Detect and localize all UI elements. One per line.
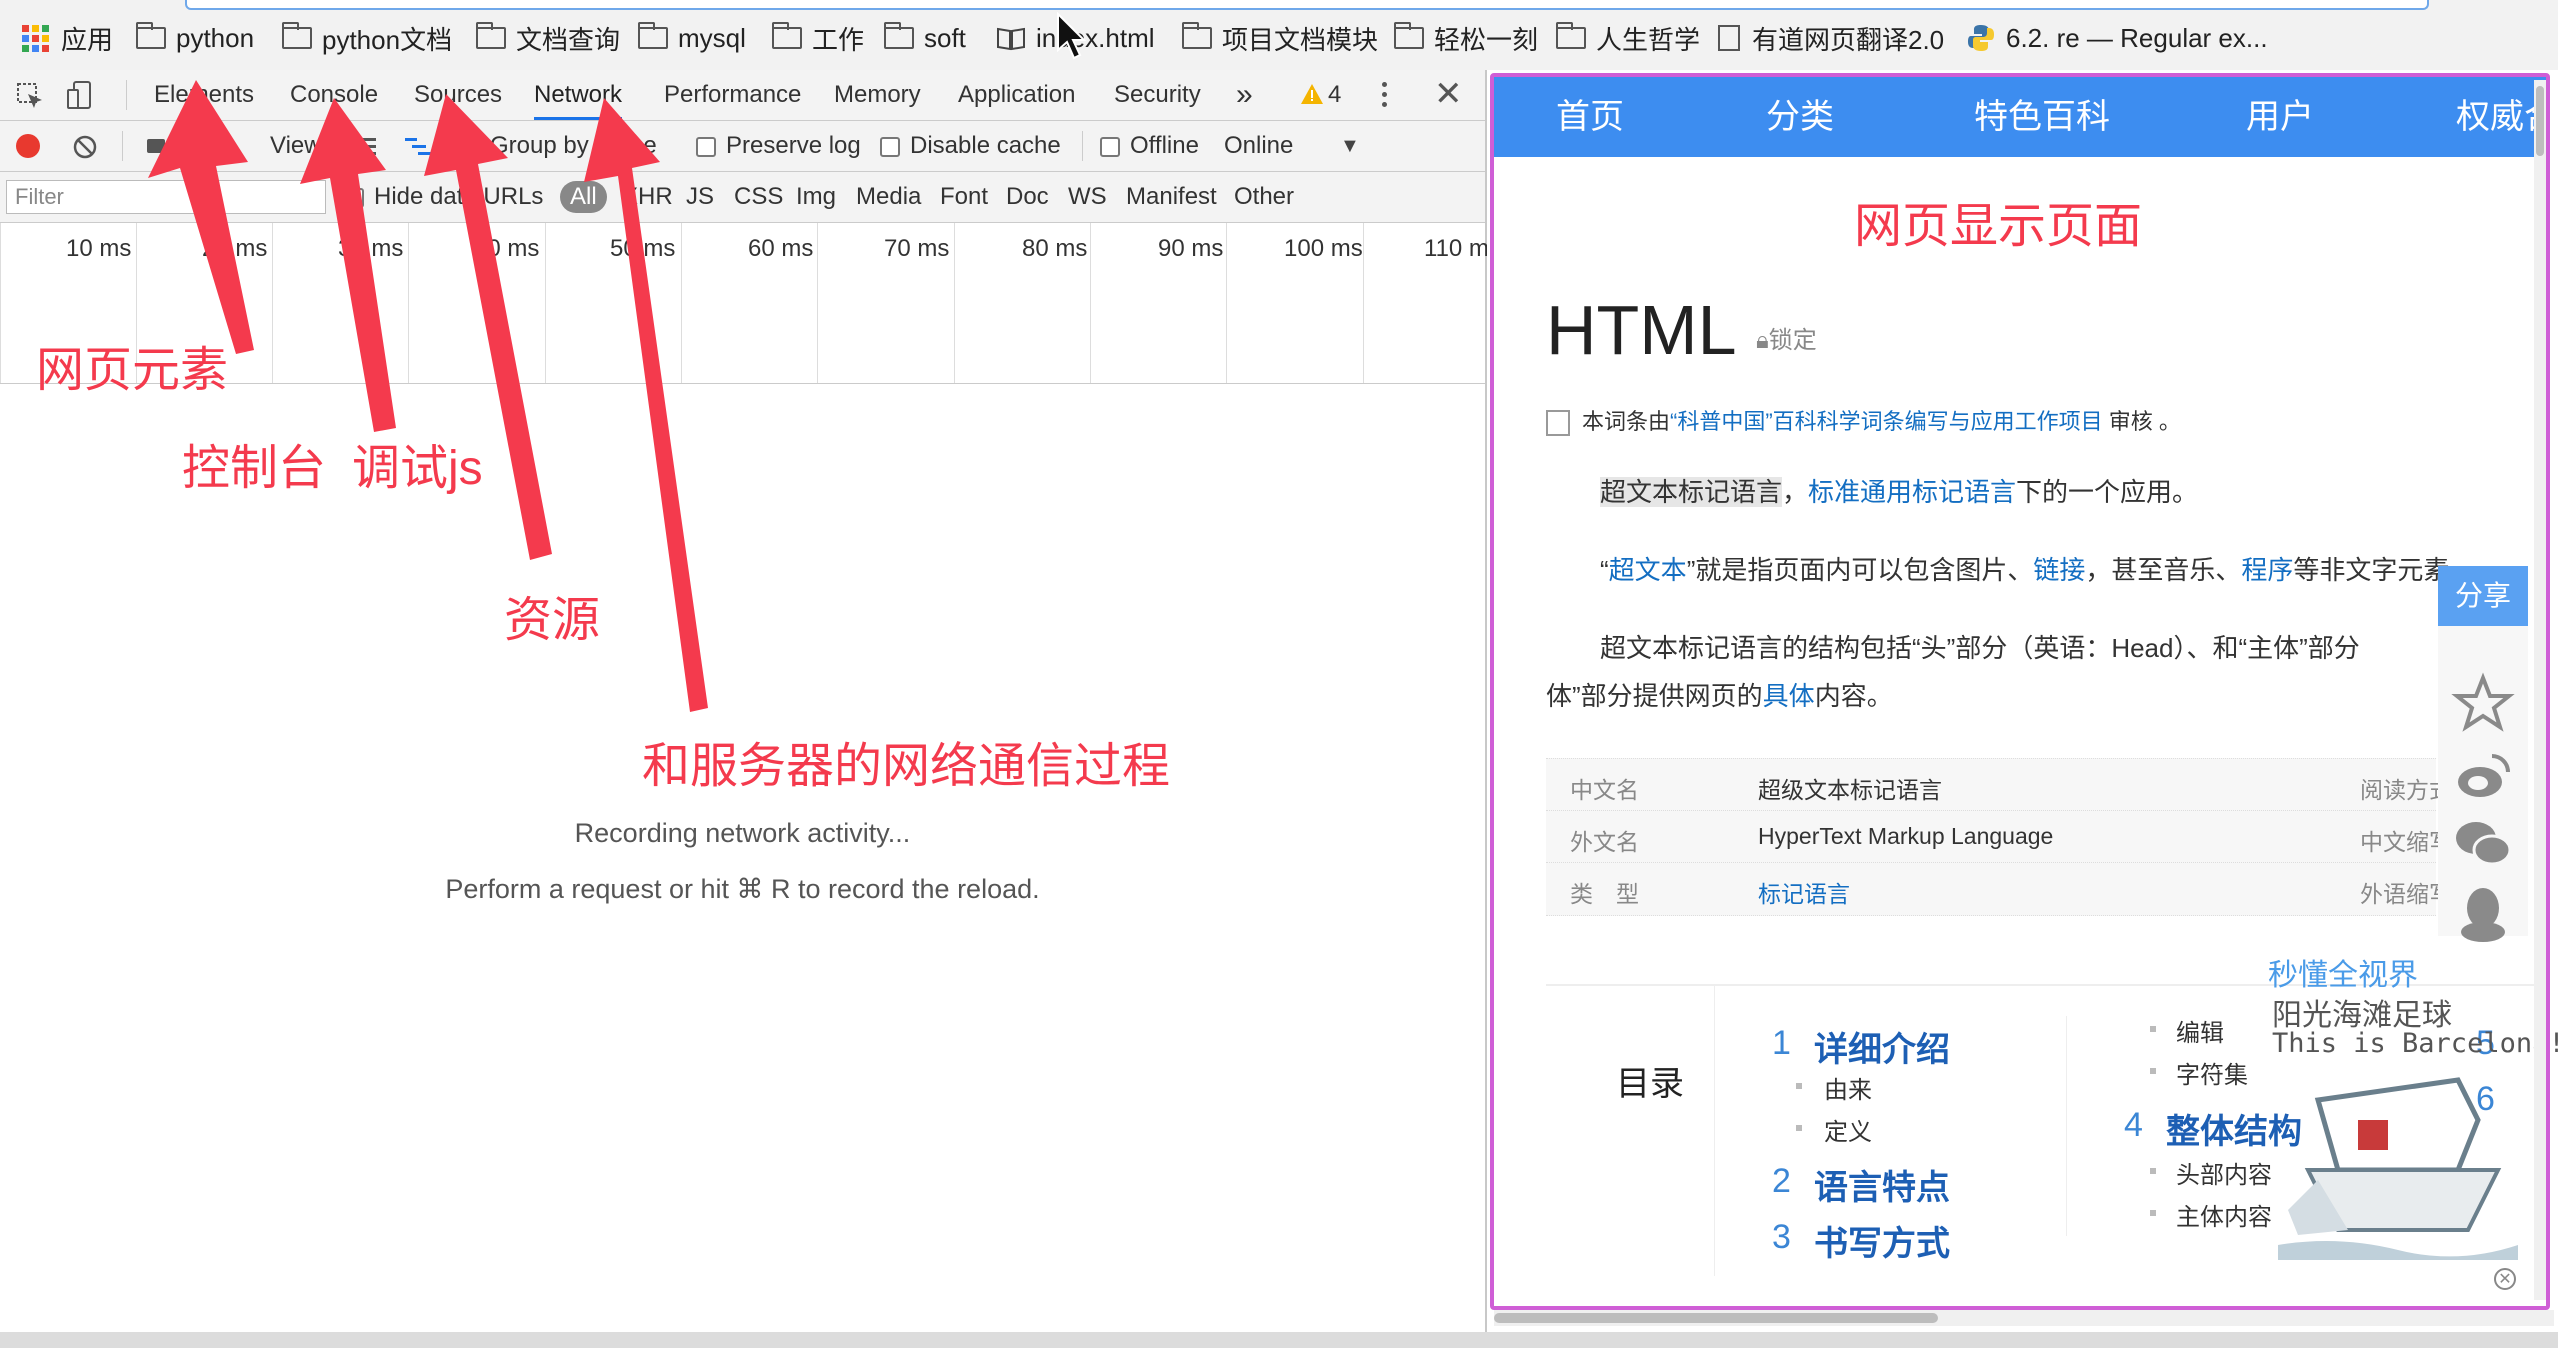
arrow-to-elements <box>148 80 254 354</box>
annotation-console: 控制台 <box>182 442 327 495</box>
annotation-elements: 网页元素 <box>36 344 229 397</box>
page-highlight-frame <box>1490 73 2550 1310</box>
page-icon <box>1718 25 1740 51</box>
horizontal-scrollbar-thumb[interactable] <box>1494 1313 1938 1323</box>
mouse-cursor-icon <box>1057 12 1086 60</box>
bookmark-philosophy[interactable]: 人生哲学 <box>1556 18 1700 58</box>
bottom-strip <box>0 1332 2558 1348</box>
arrow-to-console <box>300 98 396 432</box>
bookmark-label: 有道网页翻译2.0 <box>1752 24 1945 55</box>
annotation-resources: 资源 <box>504 594 601 647</box>
folder-icon <box>1556 22 1586 49</box>
annotation-debug-js: 调试js <box>352 442 483 495</box>
bookmark-label: 6.2. re — Regular ex... <box>2006 22 2268 53</box>
horizontal-scrollbar-track[interactable] <box>1494 1310 2554 1326</box>
bookmark-python-re[interactable]: 6.2. re — Regular ex... <box>1966 18 2268 58</box>
arrow-to-network <box>584 98 708 712</box>
bookmark-label: 人生哲学 <box>1596 24 1701 55</box>
bookmark-youdao[interactable]: 有道网页翻译2.0 <box>1718 18 1944 58</box>
annotation-arrows <box>148 80 708 712</box>
annotation-network: 和服务器的网络通信过程 <box>642 740 1171 793</box>
python-icon <box>1968 25 1994 51</box>
